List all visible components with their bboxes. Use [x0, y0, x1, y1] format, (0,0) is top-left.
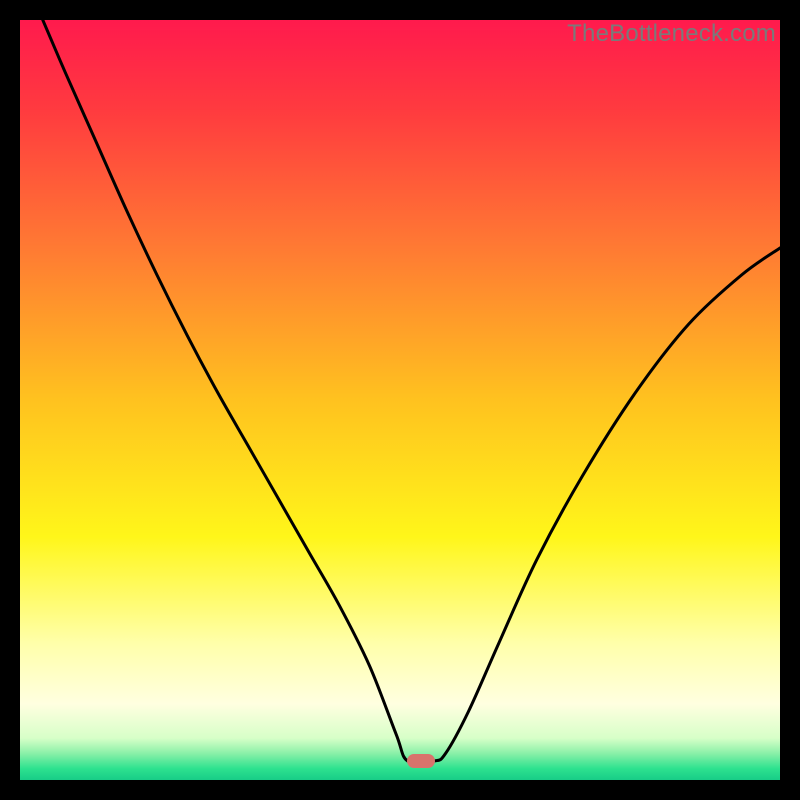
- optimal-point-marker: [407, 754, 435, 768]
- bottleneck-chart: [20, 20, 780, 780]
- plot-frame: TheBottleneck.com: [20, 20, 780, 780]
- chart-background-gradient: [20, 20, 780, 780]
- watermark-label: TheBottleneck.com: [567, 20, 776, 48]
